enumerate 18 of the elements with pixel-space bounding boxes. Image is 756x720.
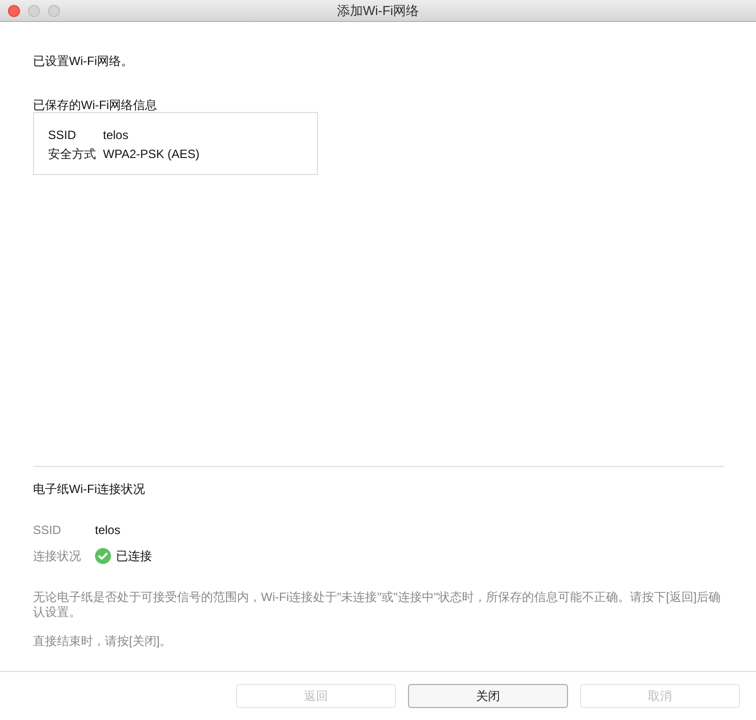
- field-label: 安全方式: [48, 146, 97, 163]
- dialog-button[interactable]: 关闭: [408, 684, 568, 708]
- zoom-button[interactable]: [48, 4, 60, 16]
- status-value: 已连接: [116, 548, 152, 564]
- section-heading: 已保存的Wi-Fi网络信息: [33, 98, 158, 112]
- field-label: 连接状况: [33, 548, 82, 564]
- field-label: SSID: [33, 523, 62, 537]
- section-heading: 电子纸Wi-Fi连接状况: [33, 481, 146, 497]
- minimize-button[interactable]: [28, 4, 40, 16]
- note-text: 直接结束时，请按[关闭]。: [33, 634, 173, 649]
- status-message: 已设置Wi-Fi网络。: [33, 54, 134, 68]
- note-text: 无论电子纸是否处于可接受信号的范围内，Wi-Fi连接处于"未连接"或"连接中"状态时，所保存的信息可能不正确。请按下[返回]后确认设置。: [33, 590, 722, 620]
- field-value: telos: [95, 523, 120, 537]
- close-button[interactable]: [8, 4, 20, 16]
- window-title: 添加Wi-Fi网络: [336, 2, 420, 20]
- field-label: SSID: [48, 127, 78, 144]
- field-value: telos: [103, 127, 128, 144]
- field-value: WPA2-PSK (AES): [103, 146, 200, 163]
